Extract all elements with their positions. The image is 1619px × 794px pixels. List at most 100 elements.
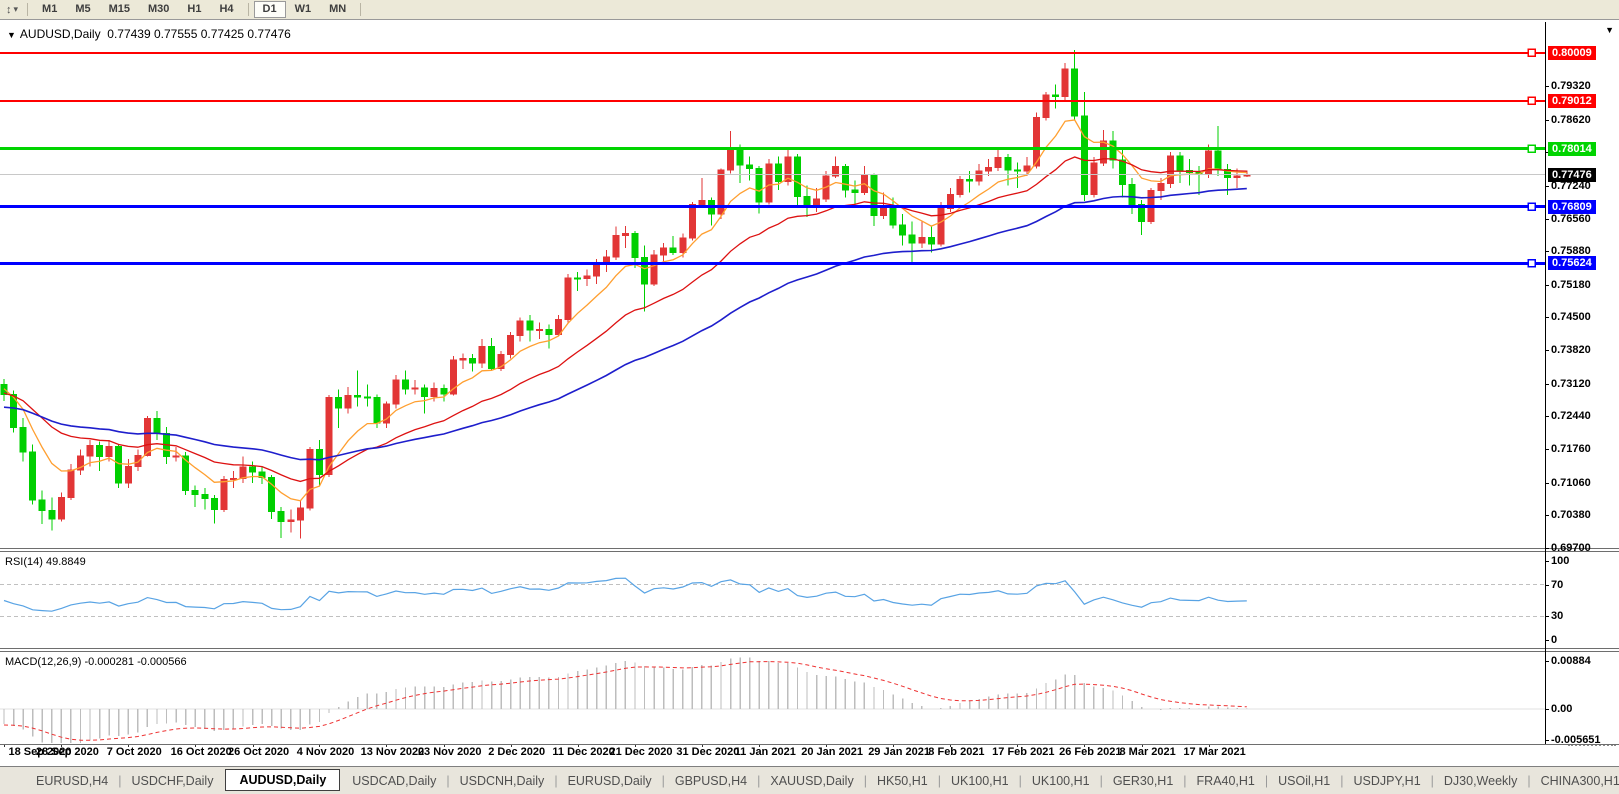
level-price-label: 0.76809 bbox=[1548, 200, 1596, 214]
chart-tab-fra40-h1[interactable]: FRA40,H1 bbox=[1187, 772, 1265, 790]
chart-tab-dj30-weekly[interactable]: DJ30,Weekly bbox=[1434, 772, 1527, 790]
toolbar-separator bbox=[248, 3, 249, 16]
chart-tab-uk100-h1[interactable]: UK100,H1 bbox=[941, 772, 1019, 790]
ma-line-8[interactable] bbox=[4, 120, 1247, 501]
macd-axis-tick bbox=[1545, 661, 1549, 662]
toolbar-separator bbox=[360, 3, 361, 16]
rsi-axis-label: 30 bbox=[1551, 610, 1563, 623]
price-axis-label: 0.77240 bbox=[1551, 180, 1591, 193]
price-axis-label: 0.73820 bbox=[1551, 344, 1591, 357]
price-axis-tick bbox=[1545, 219, 1549, 220]
chart-tab-china300-h1[interactable]: CHINA300,H1 bbox=[1531, 772, 1619, 790]
level-handle-0.78014[interactable] bbox=[1528, 145, 1535, 152]
rsi-indicator-label: RSI(14) 49.8849 bbox=[5, 556, 86, 568]
chart-tab-uk100-h1[interactable]: UK100,H1 bbox=[1022, 772, 1100, 790]
price-pane[interactable] bbox=[0, 22, 1545, 548]
level-handle-0.76809[interactable] bbox=[1528, 203, 1535, 210]
macd-axis-tick bbox=[1545, 709, 1549, 710]
price-axis-label: 0.75180 bbox=[1551, 279, 1591, 292]
level-handle-0.75624[interactable] bbox=[1528, 260, 1535, 267]
ohlc-values: 0.77439 0.77555 0.77425 0.77476 bbox=[107, 27, 291, 41]
symbol-period-label: AUDUSD,Daily bbox=[20, 27, 101, 41]
timeframe-button-mn[interactable]: MN bbox=[320, 1, 355, 18]
macd-axis-label: 0.00884 bbox=[1551, 655, 1591, 668]
timeframe-button-h1[interactable]: H1 bbox=[178, 1, 210, 18]
price-axis-tick bbox=[1545, 515, 1549, 516]
price-axis-label: 0.76560 bbox=[1551, 213, 1591, 226]
rsi-line bbox=[4, 578, 1247, 611]
pane-separator[interactable] bbox=[0, 551, 1619, 552]
timeframe-button-m30[interactable]: M30 bbox=[139, 1, 178, 18]
chart-tab-usdcnh-daily[interactable]: USDCNH,Daily bbox=[450, 772, 555, 790]
collapse-arrow-icon[interactable]: ▼ bbox=[7, 30, 16, 40]
toolbar-dropdown-icon[interactable]: ▾ bbox=[14, 4, 19, 15]
macd-axis-tick bbox=[1545, 740, 1549, 741]
price-axis-tick bbox=[1545, 384, 1549, 385]
chart-tab-eurusd-daily[interactable]: EURUSD,Daily bbox=[558, 772, 662, 790]
current-price-label: 0.77476 bbox=[1548, 168, 1596, 182]
timeframe-button-h4[interactable]: H4 bbox=[210, 1, 242, 18]
pane-separator[interactable] bbox=[0, 548, 1619, 549]
price-axis-tick bbox=[1545, 483, 1549, 484]
cursor-tool-icon[interactable]: ↕ bbox=[6, 4, 12, 16]
timeframe-button-m1[interactable]: M1 bbox=[33, 1, 66, 18]
pane-separator[interactable] bbox=[0, 651, 1619, 652]
chart-tab-usoil-h1[interactable]: USOil,H1 bbox=[1268, 772, 1340, 790]
price-axis-tick bbox=[1545, 350, 1549, 351]
timeframe-button-m15[interactable]: M15 bbox=[100, 1, 139, 18]
chart-tab-usdcad-daily[interactable]: USDCAD,Daily bbox=[342, 772, 446, 790]
rsi-axis-tick bbox=[1545, 585, 1549, 586]
level-price-label: 0.79012 bbox=[1548, 94, 1596, 108]
chart-tab-gbpusd-h4[interactable]: GBPUSD,H4 bbox=[665, 772, 757, 790]
pane-separator[interactable] bbox=[0, 648, 1619, 649]
timeframe-button-m5[interactable]: M5 bbox=[66, 1, 99, 18]
price-axis-tick bbox=[1545, 186, 1549, 187]
date-axis-border bbox=[0, 744, 1619, 745]
macd-histogram bbox=[4, 657, 1247, 743]
price-axis-label: 0.71060 bbox=[1551, 477, 1591, 490]
price-axis-label: 0.74500 bbox=[1551, 311, 1591, 324]
chart-shift-marker-icon[interactable]: ▼ bbox=[1605, 25, 1614, 35]
timeframe-button-d1[interactable]: D1 bbox=[254, 1, 286, 18]
chart-tab-ger30-h1[interactable]: GER30,H1 bbox=[1103, 772, 1183, 790]
rsi-axis-tick bbox=[1545, 561, 1549, 562]
chart-tab-bar: EURUSD,H4|USDCHF,DailyAUDUSD,DailyUSDCAD… bbox=[0, 766, 1619, 794]
rsi-axis-tick bbox=[1545, 616, 1549, 617]
macd-indicator-label: MACD(12,26,9) -0.000281 -0.000566 bbox=[5, 656, 187, 668]
candlesticks[interactable] bbox=[1, 50, 1250, 538]
timeframe-button-w1[interactable]: W1 bbox=[286, 1, 321, 18]
rsi-axis-label: 0 bbox=[1551, 634, 1557, 647]
price-axis-tick bbox=[1545, 416, 1549, 417]
date-label[interactable]: 17 Mar 2021 bbox=[1175, 746, 1255, 758]
macd-pane[interactable] bbox=[0, 653, 1545, 743]
rsi-pane[interactable] bbox=[0, 552, 1545, 646]
price-axis-label: 0.78620 bbox=[1551, 114, 1591, 127]
price-axis-tick bbox=[1545, 120, 1549, 121]
toolbar-separator bbox=[27, 3, 28, 16]
level-price-label: 0.80009 bbox=[1548, 46, 1596, 60]
macd-axis-label: 0.00 bbox=[1551, 703, 1572, 716]
chart-tab-xauusd-daily[interactable]: XAUUSD,Daily bbox=[760, 772, 863, 790]
price-axis-label: 0.71760 bbox=[1551, 443, 1591, 456]
level-handle-0.79012[interactable] bbox=[1528, 97, 1535, 104]
price-axis-tick bbox=[1545, 251, 1549, 252]
rsi-axis-label: 70 bbox=[1551, 579, 1563, 592]
chart-tab-usdchf-daily[interactable]: USDCHF,Daily bbox=[122, 772, 224, 790]
level-handle-0.80009[interactable] bbox=[1528, 49, 1535, 56]
price-axis-label: 0.73120 bbox=[1551, 378, 1591, 391]
macd-axis-label: -0.005651 bbox=[1551, 734, 1601, 747]
chart-tab-audusd-daily[interactable]: AUDUSD,Daily bbox=[225, 769, 340, 791]
rsi-axis-tick bbox=[1545, 640, 1549, 641]
price-axis-label: 0.70380 bbox=[1551, 509, 1591, 522]
price-axis-label: 0.72440 bbox=[1551, 410, 1591, 423]
timeframe-button-group: M1M5M15M30H1H4 D1W1MN bbox=[33, 1, 366, 18]
chart-title: ▼ AUDUSD,Daily 0.77439 0.77555 0.77425 0.… bbox=[7, 27, 291, 41]
chart-tabs: EURUSD,H4|USDCHF,DailyAUDUSD,DailyUSDCAD… bbox=[26, 771, 1619, 791]
chart-tab-eurusd-h4[interactable]: EURUSD,H4 bbox=[26, 772, 118, 790]
level-price-label: 0.78014 bbox=[1548, 142, 1596, 156]
price-axis-tick bbox=[1545, 285, 1549, 286]
chart-tab-usdjpy-h1[interactable]: USDJPY,H1 bbox=[1343, 772, 1430, 790]
price-axis-tick bbox=[1545, 86, 1549, 87]
price-axis-tick bbox=[1545, 317, 1549, 318]
chart-tab-hk50-h1[interactable]: HK50,H1 bbox=[867, 772, 938, 790]
